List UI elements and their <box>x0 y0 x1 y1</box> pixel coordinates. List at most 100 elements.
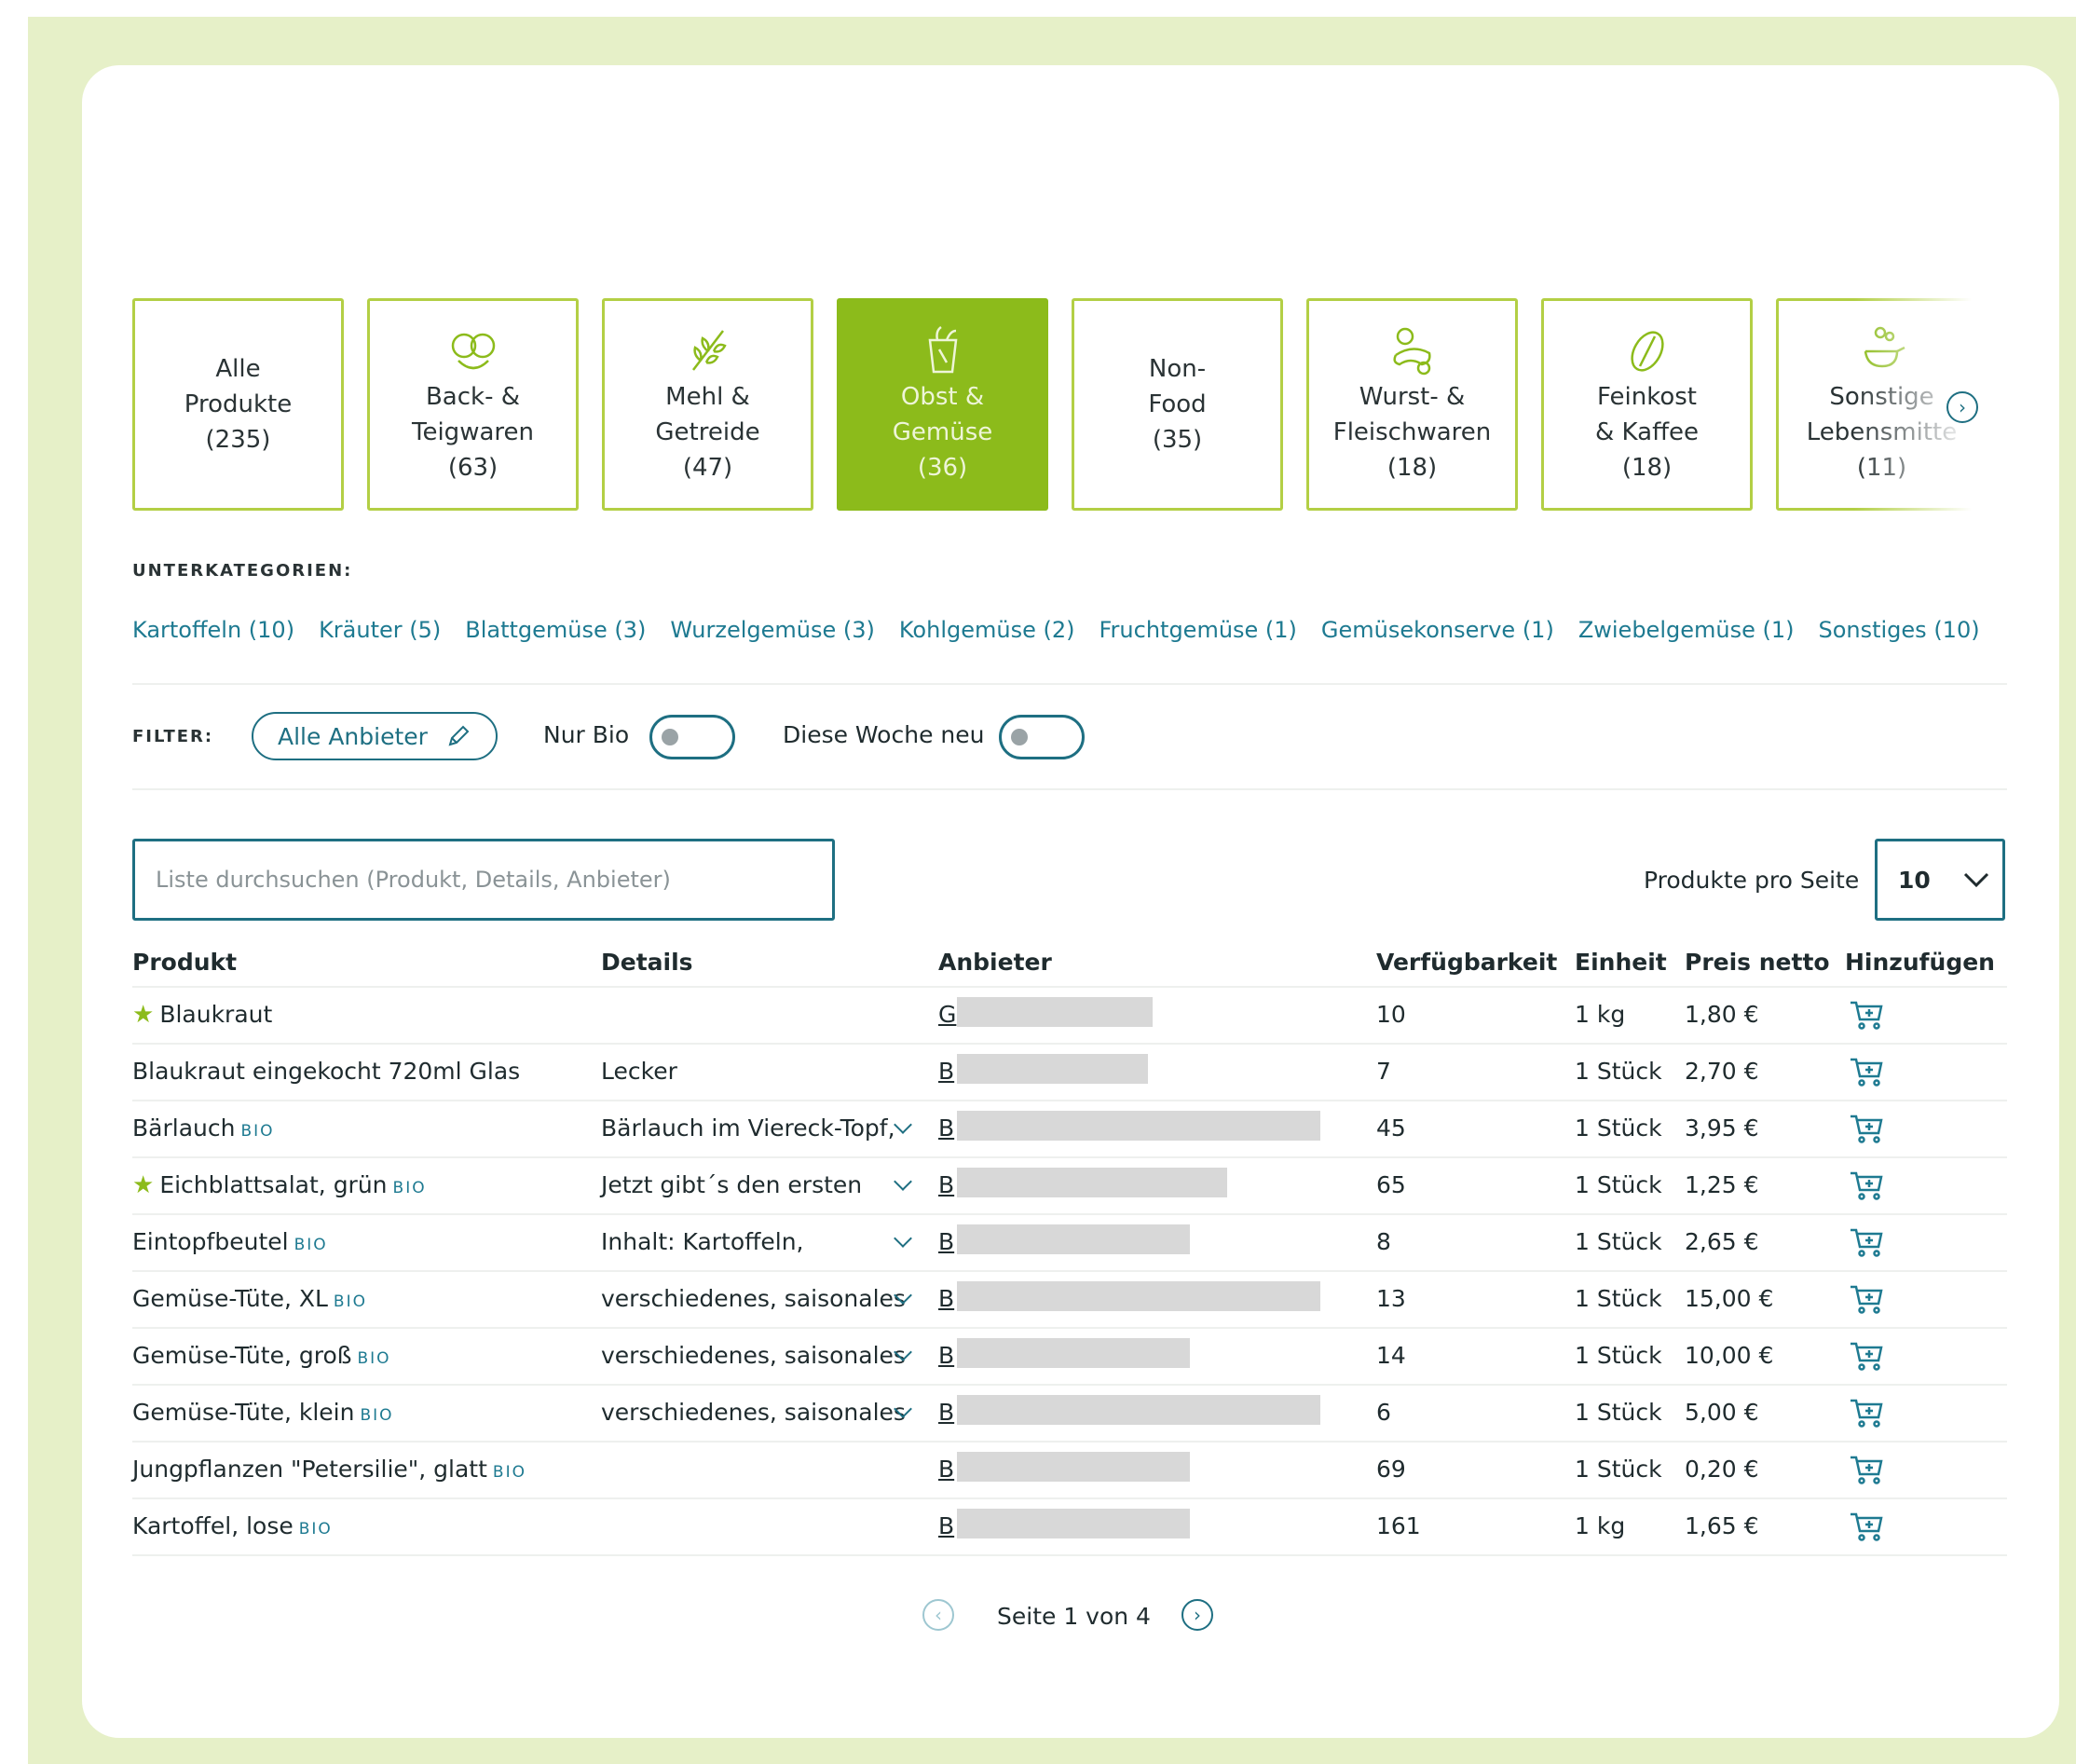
divider <box>132 683 2007 685</box>
subcategory-link[interactable]: Kartoffeln (10) <box>132 617 294 643</box>
diese-woche-neu-toggle[interactable] <box>999 715 1085 759</box>
provider-link[interactable]: B <box>938 1171 954 1198</box>
category-label: (235) <box>205 426 271 454</box>
provider-filter-button[interactable]: Alle Anbieter <box>252 712 498 760</box>
toggle-knob <box>662 729 678 745</box>
product-cell: Blaukraut eingekocht 720ml Glas <box>132 1058 520 1085</box>
category-tile[interactable]: Alle Produkte (235) <box>132 298 344 511</box>
details-cell: verschiedenes, saisonales <box>601 1399 906 1426</box>
category-label: Produkte <box>184 390 293 418</box>
table-row: ★ Eichblattsalat, grün BIO Jetzt gibt´s den… <box>132 1156 2007 1212</box>
header-verfuegbarkeit[interactable]: Verfügbarkeit <box>1376 949 1557 976</box>
subcategory-link[interactable]: Wurzelgemüse (3) <box>670 617 874 643</box>
table-row: Gemüse-Tüte, XL BIO verschiedenes, saisona… <box>132 1270 2007 1326</box>
subcategory-link[interactable]: Zwiebelgemüse (1) <box>1578 617 1795 643</box>
availability-cell: 13 <box>1376 1285 1406 1312</box>
price-cell: 1,25 € <box>1685 1171 1759 1198</box>
provider-link[interactable]: B <box>938 1114 954 1142</box>
provider-link[interactable]: B <box>938 1342 954 1369</box>
category-tile[interactable]: Back- & Teigwaren (63) <box>367 298 579 511</box>
table-row: Blaukraut eingekocht 720ml Glas Lecker B 7 1… <box>132 1043 2007 1099</box>
add-to-cart-icon[interactable] <box>1849 999 1884 1031</box>
redacted-provider <box>957 997 1153 1027</box>
product-name: Blaukraut <box>159 1001 273 1028</box>
redacted-provider <box>957 1395 1320 1425</box>
subcategory-link[interactable]: Gemüsekonserve (1) <box>1321 617 1554 643</box>
header-produkt[interactable]: Produkt <box>132 949 237 976</box>
add-to-cart-icon[interactable] <box>1849 1056 1884 1087</box>
per-page-select[interactable]: 10 <box>1875 839 2005 921</box>
subcategory-link[interactable]: Blattgemüse (3) <box>465 617 646 643</box>
price-cell: 10,00 € <box>1685 1342 1774 1369</box>
provider-link[interactable]: B <box>938 1285 954 1312</box>
subcategory-link[interactable]: Sonstiges (10) <box>1818 617 1979 643</box>
availability-cell: 161 <box>1376 1512 1421 1539</box>
header-preis[interactable]: Preis netto <box>1685 949 1830 976</box>
product-cell: ★ Blaukraut <box>132 1001 272 1029</box>
availability-cell: 45 <box>1376 1114 1406 1142</box>
search-input[interactable] <box>132 839 835 921</box>
header-hinzufuegen: Hinzufügen <box>1845 949 1995 976</box>
provider-link[interactable]: B <box>938 1456 954 1483</box>
product-cell: Bärlauch BIO <box>132 1114 275 1142</box>
category-next-button[interactable]: › <box>1946 391 1978 423</box>
divider <box>132 788 2007 790</box>
provider-link[interactable]: B <box>938 1399 954 1426</box>
subcategory-link[interactable]: Kräuter (5) <box>319 617 441 643</box>
add-to-cart-icon[interactable] <box>1849 1340 1884 1372</box>
category-tile[interactable]: Obst & Gemüse (36) <box>837 298 1048 511</box>
details-cell: verschiedenes, saisonales <box>601 1342 906 1369</box>
details-cell: Jetzt gibt´s den ersten <box>601 1171 863 1198</box>
product-name: Kartoffel, lose <box>132 1512 294 1539</box>
availability-cell: 65 <box>1376 1171 1406 1198</box>
vegetable-icon <box>928 325 957 374</box>
add-to-cart-icon[interactable] <box>1849 1397 1884 1429</box>
category-label: Back- & <box>425 383 521 411</box>
add-to-cart-icon[interactable] <box>1849 1454 1884 1485</box>
subcategory-link[interactable]: Kohlgemüse (2) <box>899 617 1075 643</box>
subcategories-label: UNTERKATEGORIEN: <box>132 561 353 581</box>
pencil-icon <box>448 725 470 746</box>
category-label: Gemüse <box>892 418 993 446</box>
add-to-cart-icon[interactable] <box>1849 1113 1884 1144</box>
pretzel-icon <box>451 333 495 370</box>
category-label: (47) <box>682 454 733 482</box>
bio-badge: BIO <box>392 1179 427 1197</box>
add-to-cart-icon[interactable] <box>1849 1283 1884 1315</box>
add-to-cart-icon[interactable] <box>1849 1226 1884 1258</box>
redacted-provider <box>957 1452 1190 1482</box>
per-page-value: 10 <box>1898 866 1931 894</box>
star-icon: ★ <box>132 1171 155 1199</box>
category-tile[interactable]: Feinkost & Kaffee (18) <box>1541 298 1753 511</box>
availability-cell: 10 <box>1376 1001 1406 1028</box>
bio-badge: BIO <box>298 1520 333 1538</box>
chevron-left-icon: ‹ <box>935 1604 942 1626</box>
provider-link[interactable]: B <box>938 1512 954 1539</box>
unit-cell: 1 Stück <box>1575 1171 1662 1198</box>
provider-link[interactable]: B <box>938 1058 954 1085</box>
add-to-cart-icon[interactable] <box>1849 1511 1884 1542</box>
nur-bio-toggle[interactable] <box>649 715 735 759</box>
toggle-knob <box>1011 729 1028 745</box>
next-page-button[interactable]: › <box>1181 1599 1213 1631</box>
header-details[interactable]: Details <box>601 949 693 976</box>
category-label: (11) <box>1856 454 1907 482</box>
unit-cell: 1 kg <box>1575 1001 1626 1028</box>
category-tile[interactable]: Non- Food (35) <box>1072 298 1283 511</box>
add-to-cart-icon[interactable] <box>1849 1169 1884 1201</box>
prev-page-button[interactable]: ‹ <box>922 1599 954 1631</box>
provider-link[interactable]: G <box>938 1001 956 1028</box>
category-label: Fleischwaren <box>1332 418 1492 446</box>
category-tile[interactable]: Wurst- & Fleischwaren (18) <box>1306 298 1518 511</box>
header-anbieter[interactable]: Anbieter <box>938 949 1052 976</box>
cooking-icon <box>1864 326 1905 368</box>
per-page-label: Produkte pro Seite <box>1644 867 1860 894</box>
table-row: ★ Blaukraut G 10 1 kg 1,80 € <box>132 986 2007 1042</box>
category-label: (63) <box>447 454 499 482</box>
subcategory-link[interactable]: Fruchtgemüse (1) <box>1099 617 1296 643</box>
star-icon: ★ <box>132 1001 155 1029</box>
chevron-down-icon <box>894 1172 912 1191</box>
category-tile[interactable]: Mehl & Getreide (47) <box>602 298 813 511</box>
provider-link[interactable]: B <box>938 1228 954 1255</box>
header-einheit[interactable]: Einheit <box>1575 949 1667 976</box>
